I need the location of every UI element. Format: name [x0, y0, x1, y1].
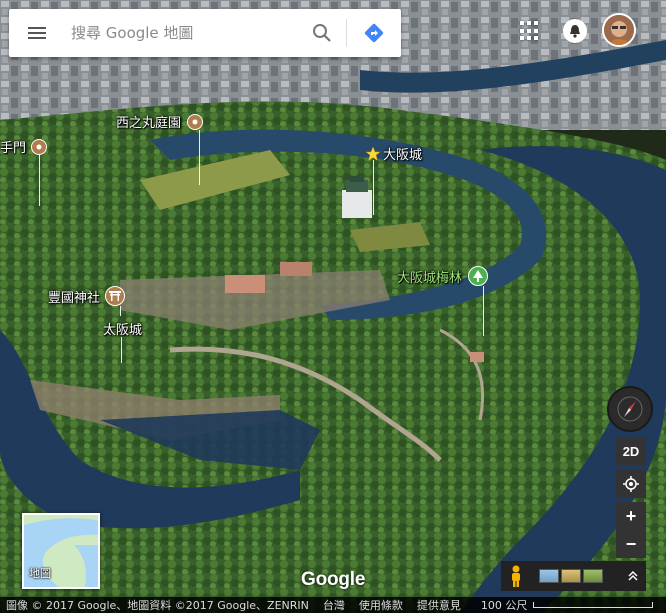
poi-hokoku-shrine[interactable]: 豐國神社 [48, 286, 126, 306]
scale-label: 100 公尺 [480, 599, 528, 612]
expand-layers-button[interactable] [620, 561, 646, 591]
search-button[interactable] [298, 9, 346, 57]
layer-satellite-thumb[interactable] [583, 569, 603, 583]
building-hall-2 [280, 262, 312, 276]
compass-icon [617, 396, 643, 422]
chevron-up-icon [628, 570, 638, 581]
poi-leader-line [199, 130, 200, 185]
magnifier-icon [313, 24, 331, 42]
poi-leader-line [121, 337, 122, 363]
pegman-button[interactable] [501, 561, 531, 591]
poi-nishinomaru-garden[interactable]: 西之丸庭園 [116, 112, 204, 131]
compass-button[interactable] [607, 386, 653, 432]
poi-leader-line [39, 154, 40, 206]
poi-plum-grove[interactable]: 大阪城梅林 [397, 266, 489, 286]
park-pin-icon [31, 138, 48, 155]
poi-osaka-castle-label[interactable]: 太阪城 [103, 319, 142, 338]
map-view-toggle[interactable]: 地圖 [22, 513, 100, 589]
shrine-gate-icon [105, 286, 126, 306]
zoom-out-label: − [625, 533, 637, 554]
google-logo: Google [301, 569, 366, 590]
poi-label: 豐國神社 [48, 290, 101, 306]
poi-label: 大阪城梅林 [397, 270, 463, 286]
apps-dot [534, 36, 538, 41]
apps-grid-button[interactable] [520, 21, 540, 41]
apps-dot [520, 28, 524, 33]
feedback-link[interactable]: 提供意見 [417, 597, 461, 613]
zoom-in-label: + [625, 505, 637, 526]
poi-osaka-castle[interactable]: 大阪城 [366, 144, 422, 163]
layer-terrain-thumb[interactable] [561, 569, 581, 583]
toggle-2d-button[interactable]: 2D [616, 437, 646, 465]
my-location-button[interactable] [616, 470, 646, 498]
bell-icon [570, 25, 580, 38]
terms-link[interactable]: 使用條款 [359, 597, 403, 613]
apps-dot [534, 28, 538, 33]
layer-water-thumb[interactable] [539, 569, 559, 583]
castle-keep [342, 176, 372, 218]
poi-leader-line [373, 160, 374, 215]
toggle-2d-label: 2D [622, 443, 640, 459]
apps-dot [527, 21, 531, 25]
scale-indicator[interactable]: 100 公尺 [475, 597, 654, 613]
directions-diamond-icon [364, 23, 384, 43]
poi-label: 大阪城 [383, 148, 423, 163]
notifications-button[interactable] [563, 19, 587, 43]
search-box [9, 9, 401, 57]
menu-button[interactable] [9, 9, 65, 57]
hamburger-menu-icon [28, 27, 46, 39]
star-icon [366, 146, 380, 161]
apps-dot [520, 36, 524, 41]
layers-strip [501, 561, 646, 591]
apps-dot [534, 21, 538, 25]
poi-label: 太阪城 [103, 323, 143, 338]
user-avatar[interactable] [602, 13, 636, 47]
zoom-out-button[interactable]: − [616, 530, 646, 558]
my-location-icon [623, 476, 639, 492]
directions-button[interactable] [347, 9, 401, 57]
search-input[interactable] [65, 9, 298, 57]
building-small [470, 352, 484, 362]
poi-leader-line [120, 306, 121, 316]
attribution-bar: 圖像 © 2017 Google、地圖資料 ©2017 Google、ZENRI… [0, 597, 666, 613]
building-hall [225, 275, 265, 293]
avatar-image-icon [604, 15, 634, 45]
poi-label: 手門 [0, 141, 27, 156]
region-link[interactable]: 台灣 [323, 597, 345, 613]
poi-label: 西之丸庭園 [116, 116, 182, 131]
park-pin-icon [187, 113, 204, 130]
apps-dot [527, 28, 531, 33]
imagery-attribution: 圖像 © 2017 Google、地圖資料 ©2017 Google、ZENRI… [6, 599, 309, 612]
apps-grid-icon [520, 21, 524, 25]
apps-dot [527, 36, 531, 41]
pegman-icon [512, 565, 520, 587]
zoom-in-button[interactable]: + [616, 502, 646, 530]
map-view-label: 地圖 [29, 567, 51, 580]
tree-pin-icon [468, 266, 489, 286]
poi-leader-line [483, 286, 484, 336]
scale-bar [533, 602, 654, 608]
